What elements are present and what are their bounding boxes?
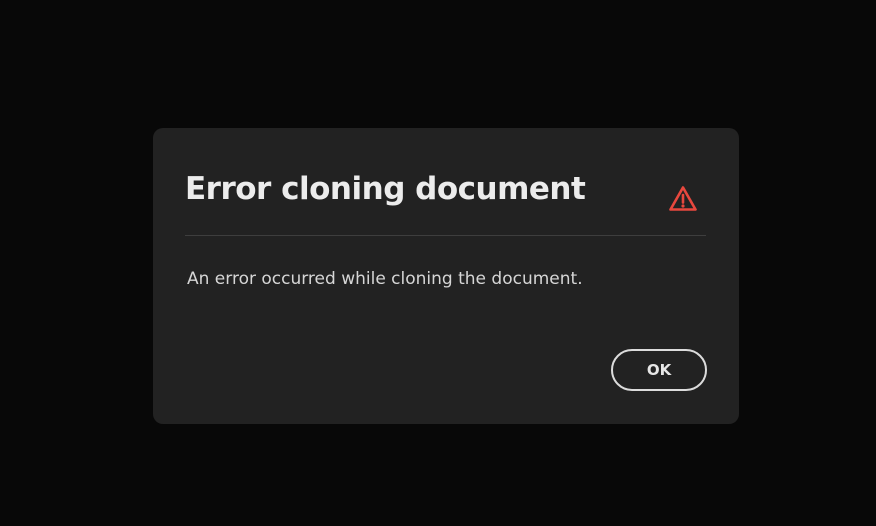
ok-button[interactable]: OK — [611, 349, 707, 391]
dialog-title: Error cloning document — [185, 171, 586, 207]
dialog-divider — [185, 235, 706, 236]
error-dialog: Error cloning document An error occurred… — [153, 128, 739, 424]
alert-triangle-icon — [669, 186, 697, 211]
dialog-message: An error occurred while cloning the docu… — [187, 269, 583, 289]
